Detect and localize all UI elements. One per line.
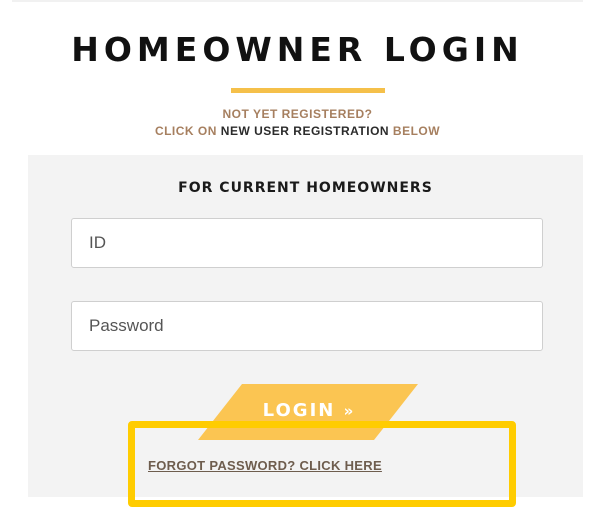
login-page: HOMEOWNER LOGIN NOT YET REGISTERED? CLIC… [0,0,595,508]
forgot-password-link[interactable]: FORGOT PASSWORD? CLICK HERE [148,458,382,473]
double-chevron-right-icon: » [343,402,354,420]
notice-prefix: CLICK ON [154,124,221,138]
notice-suffix: BELOW [389,124,441,138]
new-user-registration-text: NEW USER REGISTRATION [220,124,390,138]
registration-notice-line-1: NOT YET REGISTERED? [222,107,373,121]
page-title: HOMEOWNER LOGIN [71,30,524,69]
password-input[interactable] [71,301,543,351]
login-panel: FOR CURRENT HOMEOWNERS LOGIN » FORGOT PA… [28,155,583,497]
title-underline [231,88,385,93]
registration-notice-line-2: CLICK ON NEW USER REGISTRATION BELOW [0,124,595,138]
login-button-label: LOGIN [262,400,336,421]
login-button[interactable]: LOGIN » [198,384,418,440]
top-divider [12,0,583,2]
panel-heading: FOR CURRENT HOMEOWNERS [178,180,433,196]
login-button-text: LOGIN » [198,400,418,421]
id-input[interactable] [71,218,543,268]
